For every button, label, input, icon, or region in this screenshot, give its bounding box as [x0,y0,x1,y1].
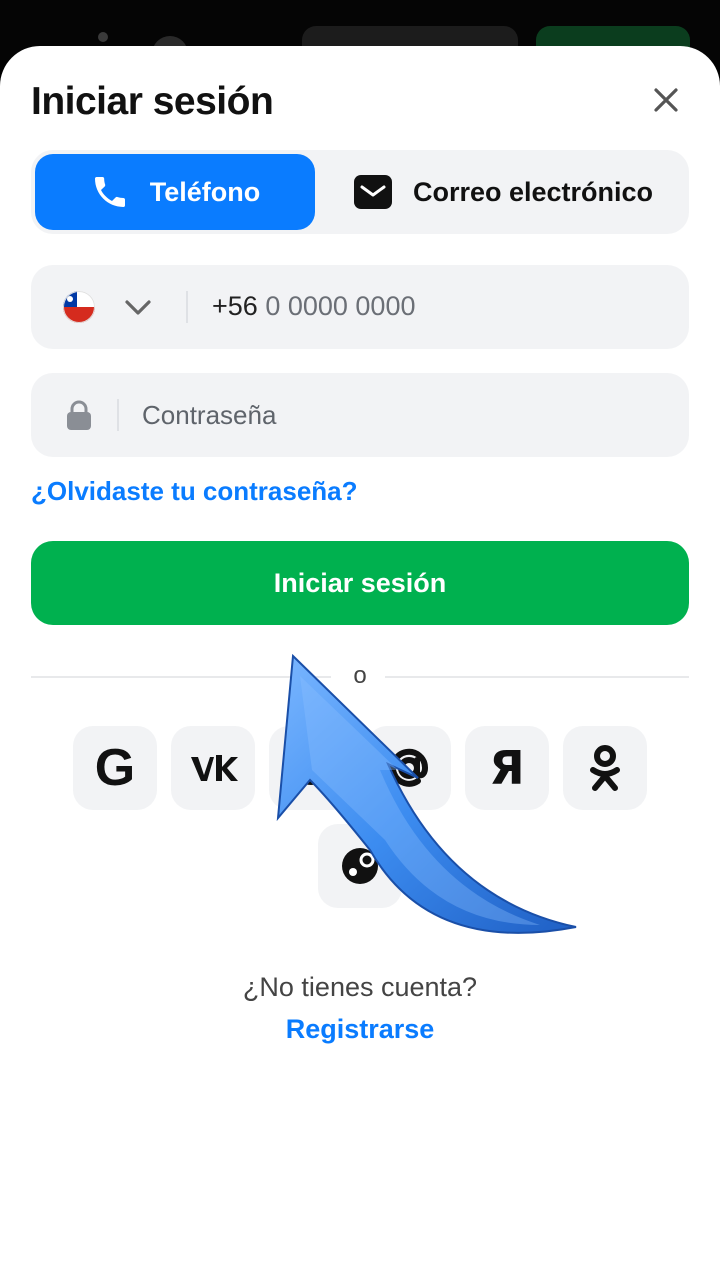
country-code: +56 [212,291,258,321]
phone-icon [90,172,130,212]
at-sign-icon [390,748,429,787]
tab-phone[interactable]: Teléfono [35,154,315,230]
yandex-login-button[interactable]: Я [465,726,549,810]
tab-email[interactable]: Correo electrónico [321,154,685,230]
steam-login-button[interactable] [269,726,353,810]
phone-input[interactable]: +56 0 0000 0000 [212,291,415,322]
steam-icon [294,751,328,785]
close-icon [654,88,678,112]
envelope-icon [353,174,393,210]
ok-login-button[interactable] [563,726,647,810]
field-divider [117,399,119,431]
login-method-tabs: Teléfono Correo electrónico [31,150,689,234]
password-input[interactable]: Contraseña [142,400,276,431]
google-login-button[interactable]: G [73,726,157,810]
separator-line [385,676,689,678]
mailru-login-button[interactable] [367,726,451,810]
field-divider [186,291,188,323]
background-dot [98,32,108,42]
yandex-icon: Я [489,741,525,795]
tab-email-label: Correo electrónico [412,176,654,207]
no-account-text: ¿No tienes cuenta? [242,972,478,1002]
login-button[interactable]: Iniciar sesión [31,541,689,625]
chevron-down-icon[interactable] [123,293,153,326]
vk-login-button[interactable] [171,726,255,810]
steam-icon [342,848,378,884]
phone-placeholder: 0 0000 0000 [265,291,416,321]
chile-flag-icon[interactable] [63,291,95,323]
vk-icon [191,755,238,781]
page-title: Iniciar sesión [31,80,274,123]
lock-icon [65,399,93,436]
password-field[interactable]: Contraseña [31,373,689,457]
phone-field[interactable]: +56 0 0000 0000 [31,265,689,349]
separator-text: o [353,662,367,689]
steam-login-button-2[interactable] [318,824,402,908]
close-button[interactable] [646,80,686,120]
google-icon: G [94,739,136,797]
separator-line [31,676,331,678]
forgot-password-link[interactable]: ¿Olvidaste tu contraseña? [31,476,358,507]
odnoklassniki-icon [590,745,620,791]
register-link[interactable]: Registrarse [0,1014,720,1045]
login-sheet: Iniciar sesión Teléfono Correo electróni… [0,46,720,1280]
tab-phone-label: Teléfono [149,176,261,207]
